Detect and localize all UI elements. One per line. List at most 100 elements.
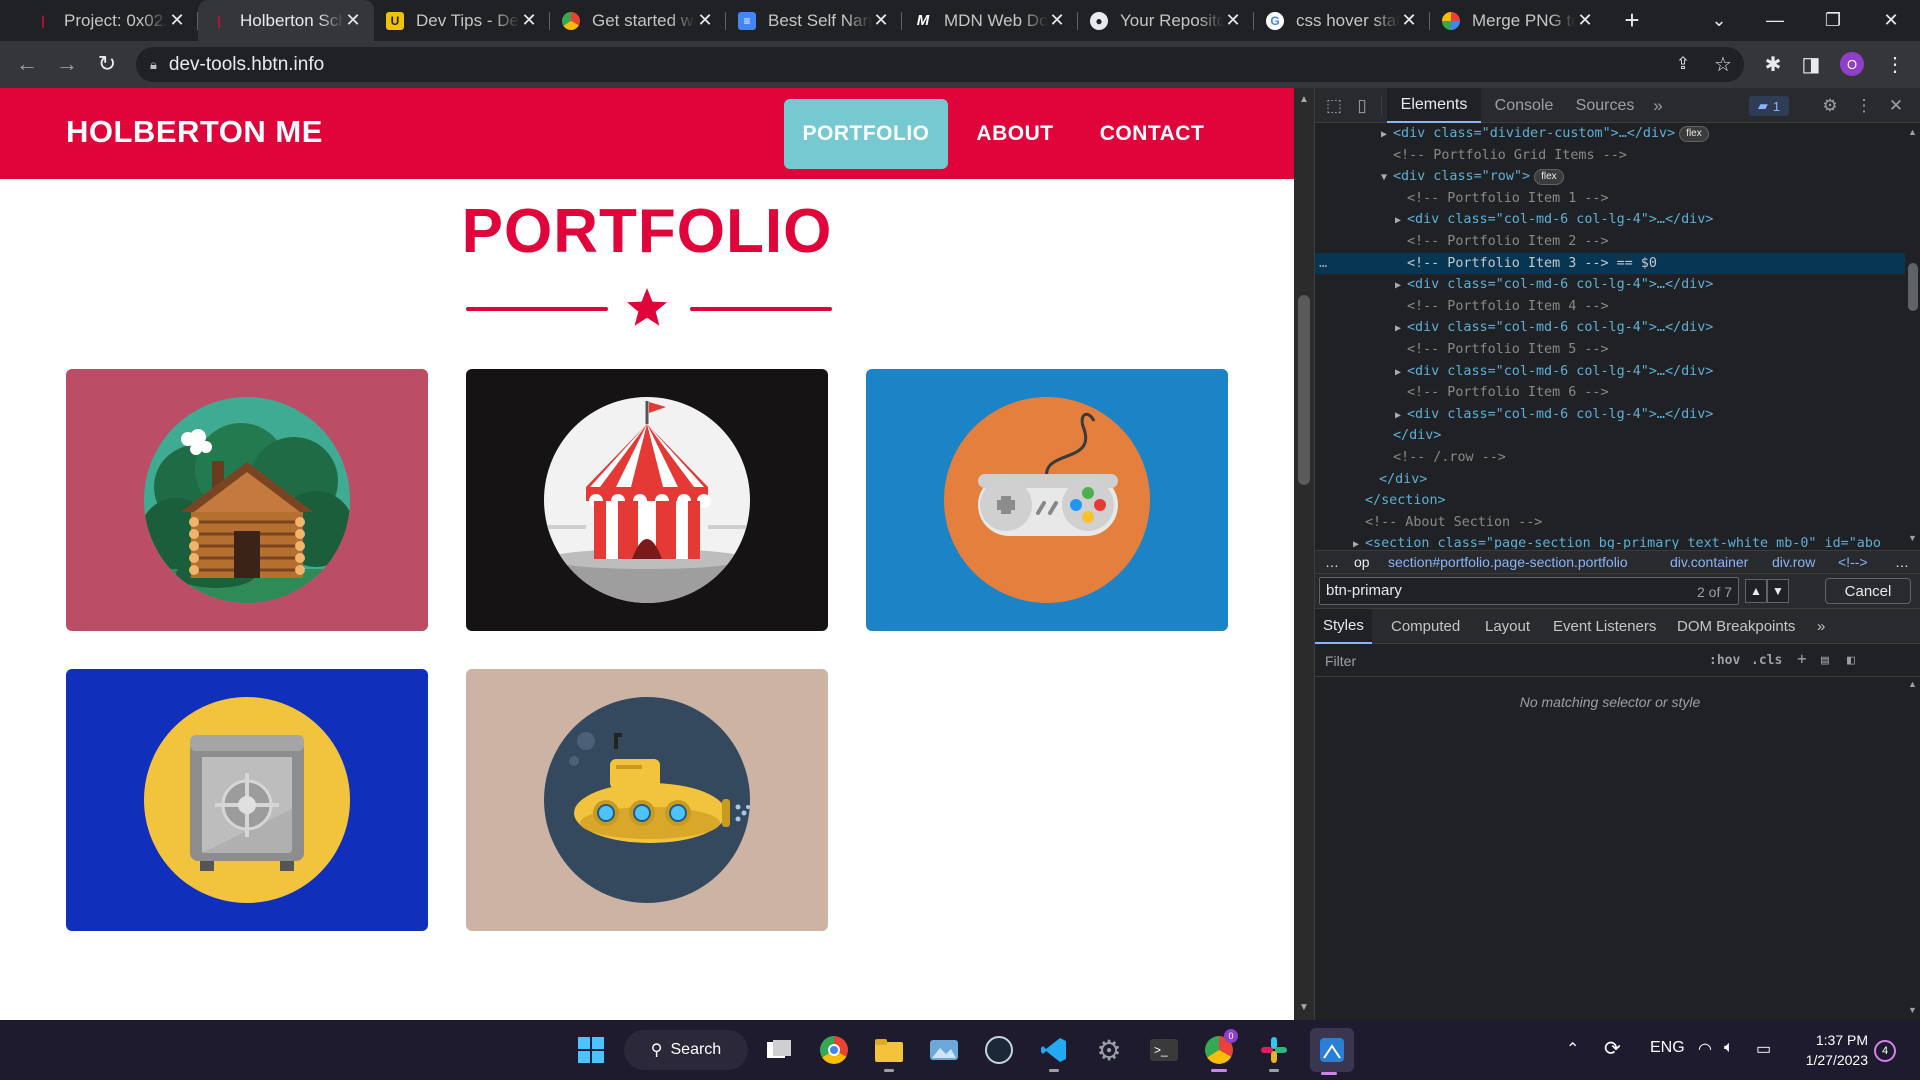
paint-roller-icon[interactable]: ▤ bbox=[1821, 653, 1829, 668]
dom-node[interactable]: ▶ <div class="col-md-6 col-lg-4">…</div> bbox=[1315, 209, 1905, 231]
tray-chevron-icon[interactable]: ⌃ bbox=[1566, 1039, 1579, 1059]
close-tab-icon[interactable]: ✕ bbox=[696, 10, 714, 31]
breadcrumb-item[interactable]: op bbox=[1354, 554, 1370, 570]
minimize-button[interactable]: — bbox=[1746, 0, 1804, 41]
breadcrumb-item[interactable]: section#portfolio.page-section.portfolio bbox=[1388, 554, 1628, 570]
dom-node[interactable]: </section> bbox=[1315, 490, 1905, 512]
more-subtabs-chevron-icon[interactable]: » bbox=[1817, 609, 1825, 644]
slack-icon[interactable] bbox=[1255, 1031, 1293, 1072]
devtools-menu-icon[interactable]: ⋮ bbox=[1851, 93, 1877, 119]
scroll-down-arrow-icon[interactable]: ▼ bbox=[1294, 1002, 1314, 1013]
dom-node[interactable]: <!-- Portfolio Item 4 --> bbox=[1315, 296, 1905, 318]
dom-node[interactable]: ▶ <div class="col-md-6 col-lg-4">…</div> bbox=[1315, 404, 1905, 426]
battery-icon[interactable]: ▭ bbox=[1756, 1039, 1771, 1059]
close-window-button[interactable]: ✕ bbox=[1862, 0, 1920, 41]
close-tab-icon[interactable]: ✕ bbox=[344, 10, 362, 31]
dom-tree-scrollbar[interactable]: ▲ ▼ bbox=[1905, 123, 1920, 549]
expand-triangle-icon[interactable]: ▶ bbox=[1395, 318, 1407, 340]
scroll-up-arrow-icon[interactable]: ▲ bbox=[1294, 94, 1314, 105]
dom-node[interactable]: ▶ <section class="page-section bg-primary… bbox=[1315, 533, 1905, 549]
close-devtools-icon[interactable]: ✕ bbox=[1883, 93, 1909, 119]
photos-app-icon[interactable] bbox=[925, 1031, 963, 1069]
search-next-chevron-icon[interactable]: ▼ bbox=[1767, 579, 1789, 603]
portfolio-item-cabin[interactable] bbox=[66, 369, 428, 631]
close-tab-icon[interactable]: ✕ bbox=[872, 10, 890, 31]
browser-tab[interactable]: M MDN Web Docs ✕ bbox=[902, 0, 1078, 41]
collapse-triangle-icon[interactable]: ▼ bbox=[1381, 167, 1393, 189]
portfolio-item-safe[interactable] bbox=[66, 669, 428, 931]
expand-triangle-icon[interactable]: ▶ bbox=[1395, 210, 1407, 232]
browser-tab-active[interactable]: ❘ Holberton School ✕ bbox=[198, 0, 374, 41]
taskbar-search-button[interactable]: ⚲ Search bbox=[624, 1030, 748, 1070]
snipping-tool-icon[interactable] bbox=[1310, 1028, 1354, 1075]
subtab-layout[interactable]: Layout bbox=[1485, 609, 1530, 644]
issues-badge[interactable]: ▰ 1 bbox=[1749, 96, 1789, 116]
steam-icon[interactable] bbox=[980, 1031, 1018, 1069]
browser-tab[interactable]: ≡ Best Self Narra ✕ bbox=[726, 0, 902, 41]
breadcrumb-overflow[interactable]: … bbox=[1325, 554, 1339, 570]
close-tab-icon[interactable]: ✕ bbox=[520, 10, 538, 31]
dom-node[interactable]: </div> bbox=[1315, 425, 1905, 447]
node-options-ellipsis-icon[interactable]: … bbox=[1319, 253, 1327, 275]
portfolio-item-submarine[interactable] bbox=[466, 669, 828, 931]
chrome-profile-taskbar-icon[interactable]: 0 bbox=[1200, 1029, 1238, 1072]
side-panel-icon[interactable]: ◨ bbox=[1796, 49, 1826, 79]
close-tab-icon[interactable]: ✕ bbox=[1576, 10, 1594, 31]
scroll-up-arrow-icon[interactable]: ▲ bbox=[1908, 127, 1917, 137]
sync-icon[interactable]: ⟳ bbox=[1604, 1036, 1621, 1061]
flex-badge[interactable]: flex bbox=[1534, 169, 1564, 186]
scrollbar-thumb[interactable] bbox=[1908, 263, 1918, 311]
scrollbar-thumb[interactable] bbox=[1298, 295, 1310, 485]
browser-tab[interactable]: ❘ Project: 0x02. I ✕ bbox=[22, 0, 198, 41]
settings-gear-icon[interactable]: ⚙ bbox=[1817, 93, 1843, 119]
expand-triangle-icon[interactable]: ▶ bbox=[1395, 405, 1407, 427]
expand-triangle-icon[interactable]: ▶ bbox=[1353, 534, 1365, 549]
hover-state-toggle[interactable]: :hov bbox=[1709, 653, 1740, 668]
share-icon[interactable]: ⇪ bbox=[1668, 49, 1698, 79]
vscode-icon[interactable] bbox=[1035, 1031, 1073, 1072]
dom-node[interactable]: <!-- /.row --> bbox=[1315, 447, 1905, 469]
dom-node[interactable]: <!-- Portfolio Item 6 --> bbox=[1315, 382, 1905, 404]
page-scrollbar[interactable]: ▲ ▼ bbox=[1294, 88, 1314, 1020]
profile-avatar[interactable]: O bbox=[1840, 52, 1864, 76]
tab-elements[interactable]: Elements bbox=[1387, 88, 1481, 123]
breadcrumb-item[interactable]: div.container bbox=[1670, 554, 1748, 570]
close-tab-icon[interactable]: ✕ bbox=[1400, 10, 1418, 31]
breadcrumb-item[interactable]: <!--> bbox=[1838, 554, 1868, 570]
inspect-element-icon[interactable]: ⬚ bbox=[1321, 93, 1347, 119]
new-tab-button[interactable]: + bbox=[1612, 0, 1652, 41]
dom-node[interactable]: <!-- Portfolio Item 2 --> bbox=[1315, 231, 1905, 253]
expand-triangle-icon[interactable]: ▶ bbox=[1381, 124, 1393, 146]
dom-node-selected[interactable]: … <!-- Portfolio Item 3 --> == $0 bbox=[1315, 252, 1905, 275]
extensions-puzzle-icon[interactable]: ✱ bbox=[1758, 49, 1788, 79]
windows-start-icon[interactable] bbox=[572, 1031, 610, 1069]
settings-gear-icon[interactable]: ⚙ bbox=[1090, 1031, 1128, 1069]
more-tabs-chevron-icon[interactable]: » bbox=[1645, 93, 1671, 119]
file-explorer-icon[interactable] bbox=[870, 1031, 908, 1072]
browser-tab[interactable]: G css hover state ✕ bbox=[1254, 0, 1430, 41]
forward-button[interactable]: → bbox=[51, 48, 83, 80]
tab-console[interactable]: Console bbox=[1485, 88, 1563, 123]
cancel-search-button[interactable]: Cancel bbox=[1825, 578, 1911, 604]
language-indicator[interactable]: ENG bbox=[1650, 1039, 1685, 1057]
subtab-dom-breakpoints[interactable]: DOM Breakpoints bbox=[1677, 609, 1795, 644]
reload-button[interactable]: ↻ bbox=[91, 48, 123, 80]
device-toolbar-icon[interactable]: ▯ bbox=[1349, 93, 1375, 119]
browser-tab[interactable]: ● Your Repositor ✕ bbox=[1078, 0, 1254, 41]
terminal-icon[interactable]: >_ bbox=[1145, 1031, 1183, 1069]
styles-pane-scrollbar[interactable]: ▲ ▼ bbox=[1905, 677, 1920, 1020]
dom-node[interactable]: <!-- Portfolio Grid Items --> bbox=[1315, 145, 1905, 167]
subtab-event-listeners[interactable]: Event Listeners bbox=[1553, 609, 1656, 644]
nav-portfolio[interactable]: PORTFOLIO bbox=[784, 99, 948, 169]
dom-node[interactable]: ▼ <div class="row"> flex bbox=[1315, 166, 1905, 188]
dom-search-input[interactable]: btn-primary bbox=[1319, 577, 1739, 605]
chrome-taskbar-icon[interactable] bbox=[815, 1031, 853, 1069]
breadcrumb-item[interactable]: div.row bbox=[1772, 554, 1815, 570]
nav-contact[interactable]: CONTACT bbox=[1090, 99, 1214, 169]
browser-tab[interactable]: Get started with ✕ bbox=[550, 0, 726, 41]
tab-search-chevron-icon[interactable]: ⌄ bbox=[1690, 0, 1748, 41]
close-tab-icon[interactable]: ✕ bbox=[1048, 10, 1066, 31]
dom-node[interactable]: <!-- About Section --> bbox=[1315, 512, 1905, 534]
dom-node[interactable]: </div> bbox=[1315, 469, 1905, 491]
taskbar-clock[interactable]: 1:37 PM 1/27/2023 bbox=[1790, 1030, 1868, 1070]
